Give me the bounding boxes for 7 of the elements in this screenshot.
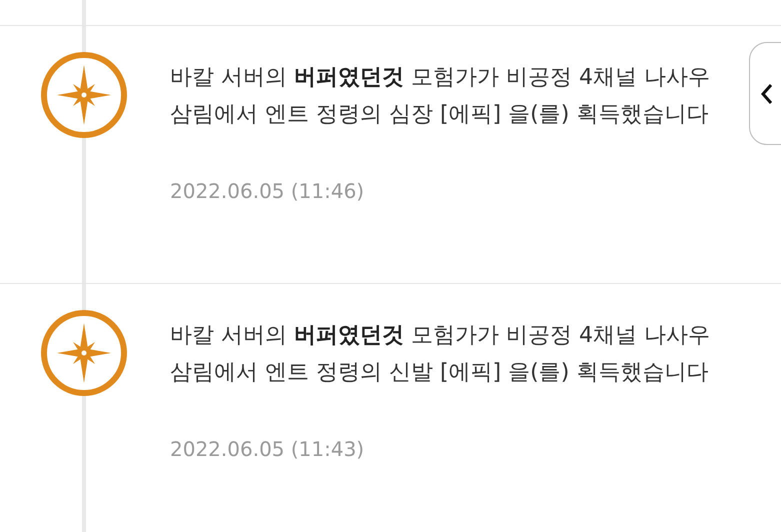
star-badge-icon	[39, 50, 129, 140]
notification-message: 바칼 서버의 버퍼였던것 모험가가 비공정 4채널 나사우 삼림에서 엔트 정령의 신발 [에픽] 을(를) 획득했습니다	[170, 322, 711, 387]
timestamp: 2022.06.05 (11:43)	[170, 437, 364, 461]
chevron-left-icon	[760, 82, 774, 106]
star-badge-icon	[39, 308, 129, 398]
notification-message: 바칼 서버의 버퍼였던것 모험가가 비공정 4채널 나사우 삼림에서 엔트 정령의 심장 [에픽] 을(를) 획득했습니다	[170, 64, 711, 129]
timestamp: 2022.06.05 (11:46)	[170, 179, 364, 203]
